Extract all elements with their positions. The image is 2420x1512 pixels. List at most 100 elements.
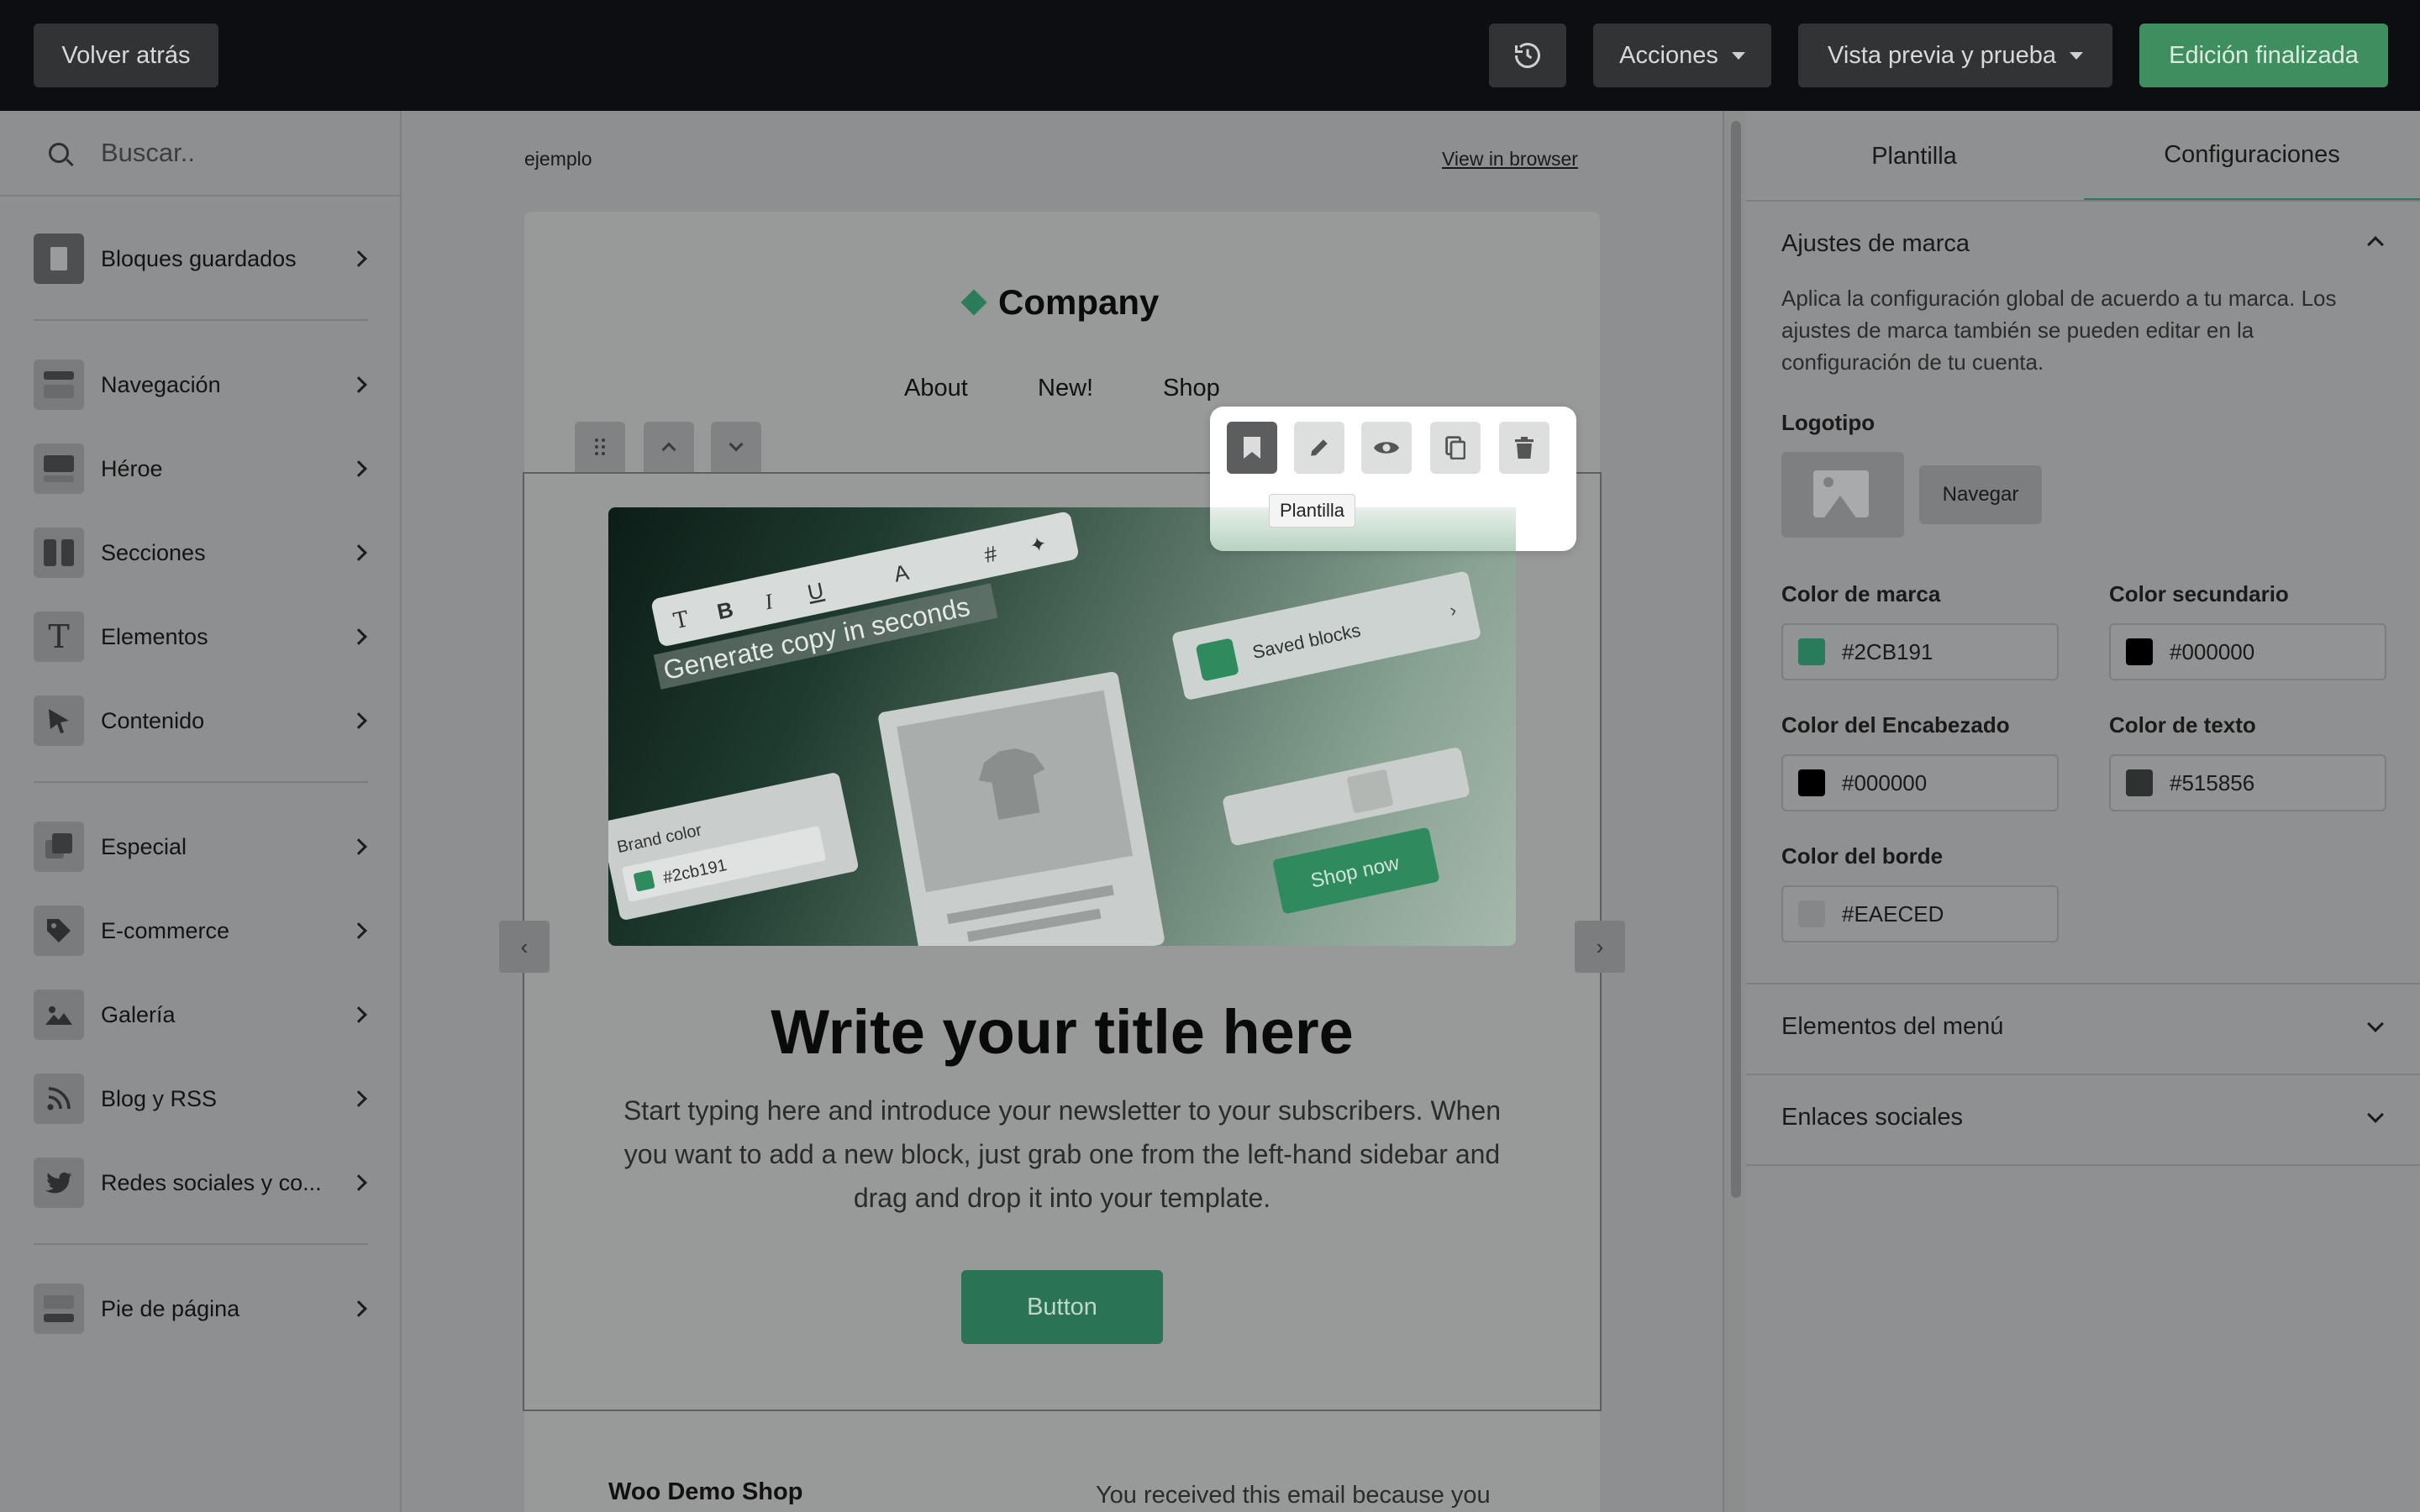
rss-icon xyxy=(34,1074,84,1124)
chevron-right-icon xyxy=(350,1006,367,1023)
drag-handle[interactable] xyxy=(575,422,625,472)
drag-grip-icon xyxy=(595,438,605,455)
browse-button[interactable]: Navegar xyxy=(1919,465,2042,524)
sidebar-item-saved-blocks[interactable]: Bloques guardados xyxy=(34,234,370,284)
nav-link-new[interactable]: New! xyxy=(1038,375,1093,402)
preview-label: Vista previa y prueba xyxy=(1828,41,2056,69)
divider xyxy=(34,1243,368,1245)
border-color-field[interactable]: #EAECED xyxy=(1781,885,2059,942)
sidebar-item-content[interactable]: Contenido xyxy=(34,696,370,746)
divider xyxy=(34,781,368,783)
chevron-right-icon xyxy=(350,922,367,939)
sidebar-item-label: Contenido xyxy=(101,707,205,733)
color-swatch[interactable] xyxy=(1798,900,1825,927)
sidebar-item-ecommerce[interactable]: E-commerce xyxy=(34,906,370,956)
next-hero-button[interactable]: › xyxy=(1575,921,1625,973)
back-button[interactable]: Volver atrás xyxy=(34,24,218,87)
heading-color-field[interactable]: #000000 xyxy=(1781,754,2059,811)
footer-shop-name[interactable]: Woo Demo Shop xyxy=(608,1478,802,1506)
footer-block-icon xyxy=(34,1284,84,1334)
nav-link-shop[interactable]: Shop xyxy=(1163,375,1220,402)
color-swatch[interactable] xyxy=(2126,769,2153,796)
top-bar: Volver atrás Acciones Vista previa y pru… xyxy=(0,0,2420,111)
preview-test-dropdown[interactable]: Vista previa y prueba xyxy=(1798,24,2112,87)
color-swatch[interactable] xyxy=(2126,638,2153,665)
search-bar[interactable]: Buscar.. xyxy=(0,111,402,197)
toggle-visibility-button[interactable] xyxy=(1361,422,1412,474)
chevron-down-icon[interactable] xyxy=(2367,1106,2384,1123)
chevron-down-icon[interactable] xyxy=(2367,1016,2384,1032)
move-up-button[interactable] xyxy=(644,422,694,472)
hero-illustration: T B I U A # ✦ Generate copy in seconds S… xyxy=(608,512,1481,946)
search-input[interactable]: Buscar.. xyxy=(101,138,195,168)
hero-body-text[interactable]: Start typing here and introduce your new… xyxy=(608,1089,1516,1220)
sidebar-item-blog-rss[interactable]: Blog y RSS xyxy=(34,1074,370,1124)
chevron-right-icon xyxy=(350,460,367,477)
logo-upload[interactable] xyxy=(1781,452,1904,538)
block-actions-toolbar xyxy=(1210,407,1576,551)
color-swatch[interactable] xyxy=(1798,638,1825,665)
menu-items-header[interactable]: Elementos del menú xyxy=(1781,1013,2003,1041)
hero-cta-button[interactable]: Button xyxy=(961,1270,1163,1344)
social-links-header[interactable]: Enlaces sociales xyxy=(1781,1104,1963,1131)
move-down-button[interactable] xyxy=(711,422,761,472)
image-placeholder-icon xyxy=(1813,470,1869,517)
delete-block-button[interactable] xyxy=(1499,422,1549,474)
view-in-browser-link[interactable]: View in browser xyxy=(1442,148,1578,171)
tab-template[interactable]: Plantilla xyxy=(1746,111,2082,202)
hero-title[interactable]: Write your title here xyxy=(524,996,1600,1068)
company-logo[interactable]: Company xyxy=(960,282,1159,323)
text-color-field[interactable]: #515856 xyxy=(2109,754,2386,811)
sidebar-item-label: Blog y RSS xyxy=(101,1085,218,1111)
twitter-icon xyxy=(34,1158,84,1208)
previous-hero-button[interactable]: ‹ xyxy=(499,921,550,973)
chevron-up-icon[interactable] xyxy=(2367,236,2384,253)
hero-image[interactable]: T B I U A # ✦ Generate copy in seconds S… xyxy=(608,507,1516,946)
history-button[interactable] xyxy=(1489,24,1566,87)
scrollbar-thumb[interactable] xyxy=(1731,121,1741,1198)
divider xyxy=(34,319,368,321)
save-template-button[interactable] xyxy=(1227,422,1277,474)
color-swatch[interactable] xyxy=(1798,769,1825,796)
actions-dropdown[interactable]: Acciones xyxy=(1593,24,1771,87)
brand-color-field[interactable]: #2CB191 xyxy=(1781,623,2059,680)
logo-label: Logotipo xyxy=(1781,410,1876,435)
tab-settings[interactable]: Configuraciones xyxy=(2084,111,2420,202)
history-icon xyxy=(1515,43,1540,69)
footer-note[interactable]: You received this email because you xyxy=(1096,1482,1491,1509)
bookmark-icon xyxy=(34,234,84,284)
finish-editing-button[interactable]: Edición finalizada xyxy=(2139,24,2388,87)
chevron-down-icon xyxy=(729,437,744,452)
chevron-right-icon xyxy=(350,544,367,561)
duplicate-block-button[interactable] xyxy=(1430,422,1481,474)
sidebar-item-label: Redes sociales y co... xyxy=(101,1169,322,1195)
chevron-left-icon: ‹ xyxy=(520,933,529,959)
brand-settings-description: Aplica la configuración global de acuerd… xyxy=(1781,286,2337,375)
secondary-color-field[interactable]: #000000 xyxy=(2109,623,2386,680)
chevron-right-icon xyxy=(350,1300,367,1317)
sidebar-item-gallery[interactable]: Galería xyxy=(34,990,370,1040)
sidebar-item-navigation[interactable]: Navegación xyxy=(34,360,370,410)
sidebar-item-elements[interactable]: T Elementos xyxy=(34,612,370,662)
preheader-text[interactable]: ejemplo xyxy=(524,148,592,171)
sidebar-item-footer[interactable]: Pie de página xyxy=(34,1284,370,1334)
canvas-scrollbar[interactable] xyxy=(1723,111,1746,1512)
eye-icon xyxy=(1374,442,1399,454)
sidebar-item-sections[interactable]: Secciones xyxy=(34,528,370,578)
columns-icon xyxy=(34,528,84,578)
brand-settings-header[interactable]: Ajustes de marca xyxy=(1781,230,1970,258)
secondary-color-value: #000000 xyxy=(2170,638,2255,664)
sidebar-item-label: Navegación xyxy=(101,371,221,397)
sidebar-item-hero[interactable]: Héroe xyxy=(34,444,370,494)
pencil-icon xyxy=(1311,439,1328,456)
chevron-right-icon xyxy=(350,628,367,645)
sidebar-item-special[interactable]: Especial xyxy=(34,822,370,872)
chevron-right-icon xyxy=(350,376,367,393)
nav-link-about[interactable]: About xyxy=(904,375,968,402)
heading-color-label: Color del Encabezado xyxy=(1781,712,2010,738)
sidebar-item-social[interactable]: Redes sociales y co... xyxy=(34,1158,370,1208)
blocks-sidebar: Buscar.. Bloques guardados Navegación Hé… xyxy=(0,111,402,1512)
layers-icon xyxy=(34,822,84,872)
sidebar-item-label: Especial xyxy=(101,833,187,859)
edit-block-button[interactable] xyxy=(1294,422,1344,474)
